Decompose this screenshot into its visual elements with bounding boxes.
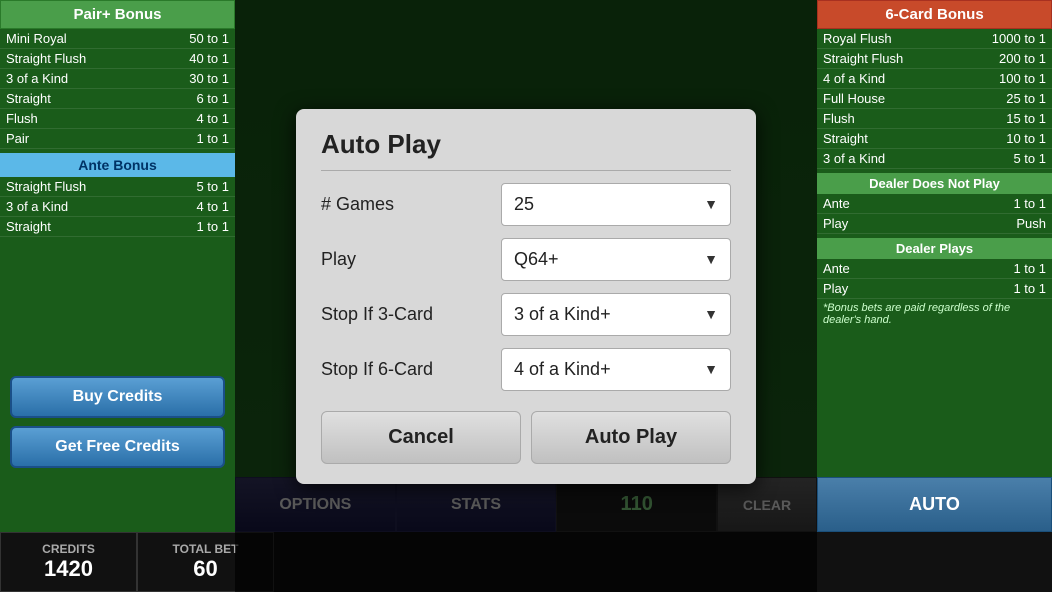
autoplay-confirm-button[interactable]: Auto Play bbox=[531, 411, 731, 464]
play-select[interactable]: Q64+ ▼ bbox=[501, 238, 731, 281]
list-item: Ante1 to 1 bbox=[817, 194, 1052, 214]
credits-display: CREDITS 1420 bbox=[0, 532, 137, 592]
stop-3card-label: Stop If 3-Card bbox=[321, 304, 501, 325]
list-item: Pair1 to 1 bbox=[0, 129, 235, 149]
pair-plus-header: Pair+ Bonus bbox=[0, 0, 235, 29]
list-item: Play1 to 1 bbox=[817, 279, 1052, 299]
list-item: Straight1 to 1 bbox=[0, 217, 235, 237]
games-row: # Games 25 ▼ bbox=[321, 183, 731, 226]
dealer-plays-table: Ante1 to 1Play1 to 1 bbox=[817, 259, 1052, 299]
dealer-plays-header: Dealer Plays bbox=[817, 238, 1052, 259]
list-item: PlayPush bbox=[817, 214, 1052, 234]
dialog-title: Auto Play bbox=[321, 129, 731, 171]
pair-plus-table: Mini Royal50 to 1Straight Flush40 to 13 … bbox=[0, 29, 235, 149]
stop-6card-arrow: ▼ bbox=[704, 361, 718, 377]
list-item: Royal Flush1000 to 1 bbox=[817, 29, 1052, 49]
list-item: Flush15 to 1 bbox=[817, 109, 1052, 129]
ante-bonus-header: Ante Bonus bbox=[0, 153, 235, 177]
dialog-buttons: Cancel Auto Play bbox=[321, 411, 731, 464]
right-panel: 6-Card Bonus Royal Flush1000 to 1Straigh… bbox=[817, 0, 1052, 592]
games-dropdown-arrow: ▼ bbox=[704, 196, 718, 212]
list-item: 4 of a Kind100 to 1 bbox=[817, 69, 1052, 89]
stop-6card-label: Stop If 6-Card bbox=[321, 359, 501, 380]
games-value: 25 bbox=[514, 194, 534, 215]
list-item: Flush4 to 1 bbox=[0, 109, 235, 129]
six-card-bonus-header: 6-Card Bonus bbox=[817, 0, 1052, 29]
play-label: Play bbox=[321, 249, 501, 270]
stop-3card-arrow: ▼ bbox=[704, 306, 718, 322]
list-item: Straight Flush40 to 1 bbox=[0, 49, 235, 69]
stop-6card-select[interactable]: 4 of a Kind+ ▼ bbox=[501, 348, 731, 391]
cancel-button[interactable]: Cancel bbox=[321, 411, 521, 464]
buy-credits-button[interactable]: Buy Credits bbox=[10, 376, 225, 418]
six-card-table: Royal Flush1000 to 1Straight Flush200 to… bbox=[817, 29, 1052, 169]
list-item: Straight Flush200 to 1 bbox=[817, 49, 1052, 69]
games-label: # Games bbox=[321, 194, 501, 215]
dealer-note: *Bonus bets are paid regardless of the d… bbox=[817, 299, 1052, 329]
stop-3card-value: 3 of a Kind+ bbox=[514, 304, 611, 325]
left-panel: Pair+ Bonus Mini Royal50 to 1Straight Fl… bbox=[0, 0, 235, 592]
stop-6card-value: 4 of a Kind+ bbox=[514, 359, 611, 380]
list-item: 3 of a Kind30 to 1 bbox=[0, 69, 235, 89]
stop-6card-row: Stop If 6-Card 4 of a Kind+ ▼ bbox=[321, 348, 731, 391]
credits-value: 1420 bbox=[44, 556, 93, 582]
list-item: Straight10 to 1 bbox=[817, 129, 1052, 149]
list-item: Mini Royal50 to 1 bbox=[0, 29, 235, 49]
list-item: 3 of a Kind4 to 1 bbox=[0, 197, 235, 217]
list-item: Ante1 to 1 bbox=[817, 259, 1052, 279]
list-item: Straight Flush5 to 1 bbox=[0, 177, 235, 197]
total-bet-value: 60 bbox=[193, 556, 217, 582]
free-credits-button[interactable]: Get Free Credits bbox=[10, 426, 225, 468]
auto-button[interactable]: AUTO bbox=[817, 477, 1052, 532]
stop-3card-row: Stop If 3-Card 3 of a Kind+ ▼ bbox=[321, 293, 731, 336]
list-item: Straight6 to 1 bbox=[0, 89, 235, 109]
credits-label: CREDITS bbox=[42, 542, 95, 556]
dealer-not-play-table: Ante1 to 1PlayPush bbox=[817, 194, 1052, 234]
list-item: 3 of a Kind5 to 1 bbox=[817, 149, 1052, 169]
play-dropdown-arrow: ▼ bbox=[704, 251, 718, 267]
total-bet-label: TOTAL BET bbox=[173, 542, 239, 556]
list-item: Full House25 to 1 bbox=[817, 89, 1052, 109]
games-select[interactable]: 25 ▼ bbox=[501, 183, 731, 226]
dealer-not-play-header: Dealer Does Not Play bbox=[817, 173, 1052, 194]
play-value: Q64+ bbox=[514, 249, 559, 270]
play-row: Play Q64+ ▼ bbox=[321, 238, 731, 281]
stop-3card-select[interactable]: 3 of a Kind+ ▼ bbox=[501, 293, 731, 336]
ante-bonus-table: Straight Flush5 to 13 of a Kind4 to 1Str… bbox=[0, 177, 235, 237]
dialog-overlay: Auto Play # Games 25 ▼ Play Q64+ ▼ Stop … bbox=[235, 0, 817, 592]
autoplay-dialog: Auto Play # Games 25 ▼ Play Q64+ ▼ Stop … bbox=[296, 109, 756, 484]
